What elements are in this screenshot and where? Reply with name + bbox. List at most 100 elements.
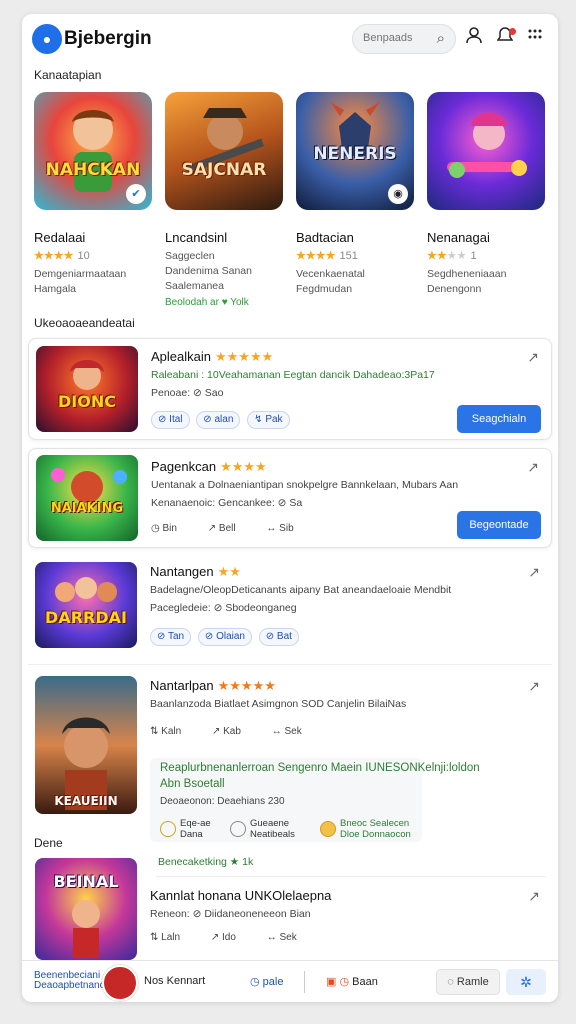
share-icon[interactable]: ↗ [528, 678, 540, 695]
app-logo[interactable]: ● [32, 24, 62, 54]
item-detail: Penoae: ⊘ Sao [151, 387, 224, 399]
action-button[interactable]: Begeontade [457, 511, 541, 539]
desc-line: Dandenima Sanan [165, 265, 252, 277]
promo-title: Reaplurbnenanlerroan Sengenro Maein IUNE… [160, 762, 480, 774]
game-icon-image[interactable]: DARRDAI [35, 562, 137, 648]
more-menu-icon[interactable] [524, 26, 546, 50]
meta-item: ↔ Sek [271, 726, 302, 737]
promo-panel[interactable]: Reaplurbnenanlerroan Sengenro Maein IUNE… [150, 758, 480, 842]
bottom-label-line: Deaoapbetnanc [34, 980, 105, 991]
chip[interactable]: ⊘ Bat [258, 628, 299, 646]
chip-label: alan [214, 414, 234, 425]
featured-card[interactable]: SAJCNAR Lncandsinl Saggeclen Dandenima Sa… [165, 92, 283, 308]
featured-card[interactable]: Nenanagai ★★★★ 1 Segdheneniaaan Denengonn [427, 92, 545, 297]
game-thumbnail[interactable] [427, 92, 545, 210]
bottom-label[interactable]: Beenenbeciani Deaoapbetnanc [34, 971, 105, 991]
game-icon-image[interactable]: BEINAL [35, 858, 137, 960]
share-icon[interactable]: ↗ [528, 564, 540, 581]
desc-line: Hamgala [34, 283, 77, 295]
divider [28, 664, 552, 665]
notification-dot [509, 28, 516, 35]
share-icon[interactable]: ↗ [527, 349, 539, 366]
game-icon-image[interactable]: KEAUEIIN [35, 676, 137, 814]
secondary-button[interactable]: ◌ Ramle [436, 969, 500, 995]
chip[interactable]: ⊘ Olaian [197, 628, 252, 646]
game-name: Badtacian [296, 230, 354, 245]
item-chips: ⊘ Tan ⊘ Olaian ⊘ Bat [150, 628, 303, 646]
game-thumbnail[interactable]: SAJCNAR [165, 92, 283, 210]
item-title-text: Kannlat honana UNKOlelaepna [150, 888, 332, 903]
item-title: Nantangen ★★ [150, 564, 241, 580]
game-rating: ★★★★ 1 [427, 249, 545, 262]
list-item[interactable]: DIONC Aplealkain ★★★★★ Raleabani : 10Veah… [28, 338, 552, 440]
meta-item: ⇅ Kaln [150, 726, 182, 737]
chip[interactable]: ⊘ Ital [151, 411, 190, 429]
verified-badge-icon: ◉ [388, 184, 408, 204]
search-icon[interactable]: ⌕ [437, 30, 445, 47]
option-icon [160, 821, 176, 837]
notification-icon[interactable] [494, 26, 516, 50]
item-meta: ⇅ Kaln ↗ Kab ↔ Sek [150, 726, 330, 737]
rating-count: 151 [339, 250, 358, 262]
game-thumbnail[interactable]: NAHCKAN ✔ [34, 92, 152, 210]
meta-text: Kab [223, 726, 241, 737]
share-icon[interactable]: ↗ [528, 888, 540, 905]
game-thumbnail[interactable]: NENERIS ◉ [296, 92, 414, 210]
game-icon-image[interactable]: DIONC [36, 346, 138, 432]
divider [156, 876, 546, 877]
item-subtitle: Baanlanzoda Biatlaet Asimgnon SOD Canjel… [150, 698, 407, 710]
button-label: Ramle [456, 976, 489, 988]
item-stars: ★★★★★ [217, 678, 276, 693]
game-extra: Beolodah ar ♥ Yolk [165, 297, 249, 308]
promo-option[interactable]: Gueaene Neatibeals [230, 818, 295, 840]
item-meta: ◷ Bin ↗ Bell ↔ Sib [151, 523, 322, 534]
user-icon[interactable] [463, 26, 485, 50]
rating-count: 10 [77, 250, 90, 262]
search-input[interactable] [363, 32, 427, 44]
rating-count: 1 [470, 250, 477, 262]
chip[interactable]: ⊘ Tan [150, 628, 192, 646]
game-icon-image[interactable]: NAIAKING [36, 455, 138, 541]
icon-art-text: NAIAKING [50, 501, 124, 516]
action-button[interactable]: Seagchialn [457, 405, 541, 433]
list-item[interactable]: NAIAKING Pagenkcan ★★★★ Uentanak a Dolnae… [28, 448, 552, 548]
list-item[interactable]: DARRDAI Nantangen ★★ Badelagne/OleopDetic… [28, 556, 552, 660]
desc-line: Vecenkaenatal [296, 268, 365, 280]
chip-label: Bat [276, 631, 292, 642]
chip[interactable]: ↯ Pak [247, 411, 290, 429]
chip-label: Pak [265, 414, 283, 425]
option-text: Dloe Donnaocon [340, 829, 411, 840]
option-text: Gueaene [250, 818, 290, 829]
meta-text: Bin [162, 523, 177, 534]
promo-option[interactable]: Bneoc Sealecen Dloe Donnaocon [320, 818, 411, 840]
item-title-text: Nantangen [150, 564, 214, 579]
featured-card[interactable]: NAHCKAN ✔ Redalaai ★★★★ 10 Demgeniarmaata… [34, 92, 152, 297]
clock-icon: ◷ [250, 976, 260, 988]
item-tag: Benecaketking ★ 1k [158, 856, 254, 868]
chip[interactable]: ⊘ alan [196, 411, 241, 429]
bottom-link[interactable]: ▣ ◷ Baan [326, 975, 378, 988]
search-box[interactable]: ⌕ [352, 24, 456, 54]
divider [304, 971, 305, 993]
featured-card[interactable]: NENERIS ◉ Badtacian ★★★★ 151 Vecenkaenata… [296, 92, 414, 297]
avatar[interactable] [102, 965, 138, 1001]
item-title-text: Aplealkain [151, 349, 211, 364]
item-title: Aplealkain ★★★★★ [151, 349, 273, 365]
icon-art-text: DIONC [58, 392, 116, 411]
chip-label: Ital [169, 414, 183, 425]
meta-item: ⇅ Laln [150, 932, 181, 943]
share-icon[interactable]: ↗ [527, 459, 539, 476]
promo-title-2: Abn Bsoetall [160, 778, 225, 790]
settings-icon-button[interactable]: ✲ [506, 969, 546, 995]
promo-option[interactable]: Eqe-ae Dana [160, 818, 211, 840]
item-meta: ⇅ Laln ↗ Ido ↔ Sek [150, 932, 325, 943]
option-text: Bneoc Sealecen [340, 818, 410, 829]
game-name: Lncandsinl [165, 230, 228, 245]
bottom-link[interactable]: ◷ pale [250, 975, 283, 988]
featured-section-label: Kanaatapian [34, 68, 102, 82]
option-text: Eqe-ae [180, 818, 211, 829]
meta-item: ↗ Bell [207, 523, 236, 534]
meta-item: ↗ Kab [211, 726, 241, 737]
thumbnail-title: NAHCKAN [45, 160, 141, 180]
list-item[interactable]: BEINAL Benecaketking ★ 1k Kannlat honana… [28, 852, 552, 960]
